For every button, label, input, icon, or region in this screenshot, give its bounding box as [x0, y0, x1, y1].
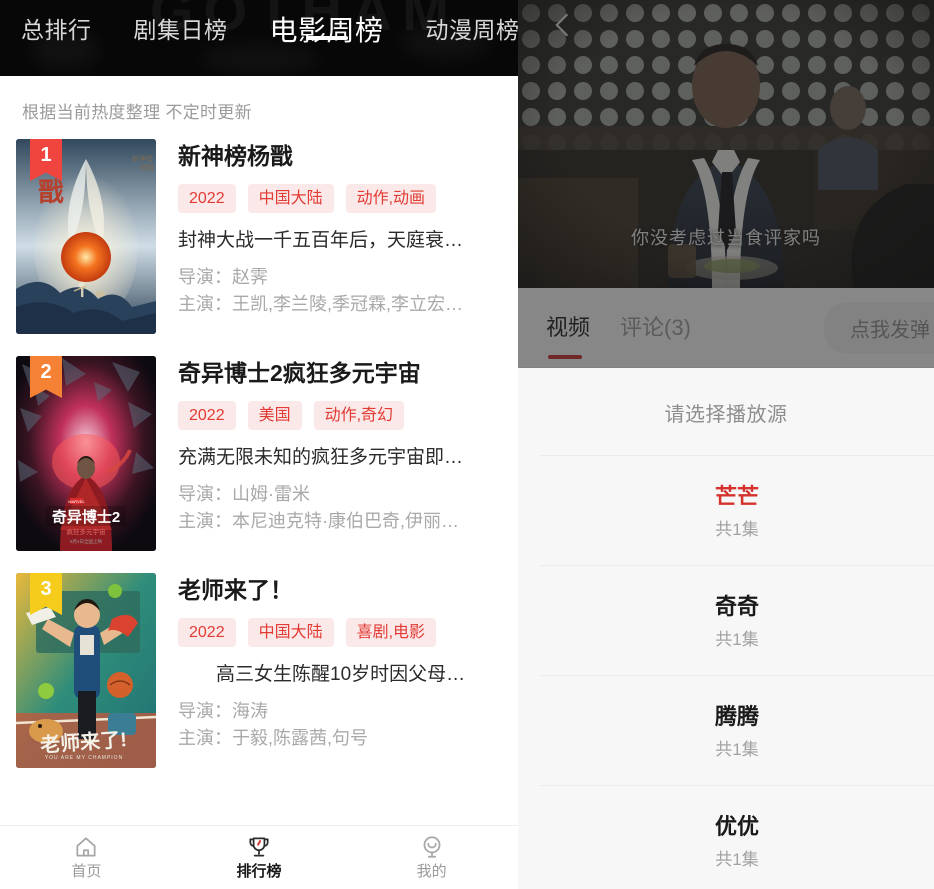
movie-tag-chip[interactable]: 2022: [178, 401, 236, 430]
movie-cast: 主演：本尼迪克特·康伯巴奇,伊丽…: [178, 511, 459, 531]
home-icon: [76, 837, 96, 857]
category-tab-1[interactable]: 总排行: [0, 0, 113, 50]
svg-text:YOU ARE MY CHAMPION: YOU ARE MY CHAMPION: [45, 755, 123, 761]
source-name: 优优: [714, 814, 759, 839]
source-list-item[interactable]: 腾腾 共1集: [540, 675, 934, 785]
source-list-item[interactable]: 优优 共1集: [540, 785, 934, 889]
movie-tag-chip[interactable]: 2022: [178, 618, 236, 647]
movie-info: 新神榜杨戬 2022 中国大陆 动作,动画 封神大战一千五百年后，天庭衰… 导演：赵…: [156, 139, 502, 334]
svg-text:杨戬: 杨戬: [140, 163, 154, 172]
movie-title: 老师来了！: [178, 577, 293, 603]
movie-tag-chip[interactable]: 中国大陆: [247, 184, 334, 213]
movie-card[interactable]: 奇异博士2 疯狂多元宇宙 5月4日全国上映 MARVEL 2 奇异博士2疯狂多元…: [0, 356, 518, 551]
player-app-panel: 你没考虑过当食评家吗 视频 评论(3) 点我发弹 请选择播放源 芒芒 共1集 奇奇 …: [518, 0, 934, 889]
svg-text:MARVEL: MARVEL: [68, 499, 85, 504]
profile-icon: [423, 836, 441, 858]
list-note: 根据当前热度整理 不定时更新: [22, 103, 252, 122]
movie-title: 奇异博士2疯狂多元宇宙: [178, 360, 421, 386]
category-tab-2[interactable]: 剧集日榜: [113, 0, 249, 50]
category-tab-label: 剧集日榜: [133, 17, 228, 43]
movie-tag-chip[interactable]: 动作,奇幻: [313, 401, 405, 430]
source-list-item[interactable]: 奇奇 共1集: [540, 565, 934, 675]
svg-text:戬: 戬: [38, 178, 64, 207]
category-tab-4[interactable]: 动漫周榜: [405, 0, 518, 50]
movie-info: 老师来了！ 2022 中国大陆 喜剧,电影 高三女生陈醒10岁时因父母… 导演：海涛…: [156, 573, 502, 768]
player-tab-2[interactable]: 评论(3): [620, 313, 691, 343]
trophy-icon: [249, 837, 269, 857]
svg-text:疯狂多元宇宙: 疯狂多元宇宙: [67, 527, 106, 536]
player-tabs-row: 视频 评论(3) 点我发弹: [518, 288, 934, 368]
category-tab-label: 电影周榜: [269, 15, 384, 46]
movie-poster[interactable]: 戬 新神榜 杨戬 1: [16, 139, 156, 334]
movie-info: 奇异博士2疯狂多元宇宙 2022 美国 动作,奇幻 充满无限未知的疯狂多元宇宙即… …: [156, 356, 502, 551]
movie-title: 新神榜杨戬: [178, 143, 293, 169]
source-list: 芒芒 共1集 奇奇 共1集 腾腾 共1集 优优 共1集 哔哔 共1集: [518, 455, 934, 889]
category-tab-label: 总排行: [21, 17, 92, 43]
player-tab-1[interactable]: 视频: [546, 313, 591, 359]
movie-director: 导演：海涛: [178, 701, 268, 721]
app-root: GOTHAM 总排行剧集日榜电影周榜动漫周榜剧集 根据当前热度整理 不定时更新: [0, 0, 934, 889]
svg-text:奇异博士2: 奇异博士2: [52, 508, 120, 526]
back-chevron-icon[interactable]: [548, 10, 578, 40]
source-episode-count: 共1集: [715, 630, 759, 649]
movie-tag-chip[interactable]: 动作,动画: [345, 184, 437, 213]
bottom-navigation: 首页 排行榜 我的: [0, 825, 518, 889]
nav-item-profile[interactable]: 我的: [345, 834, 518, 881]
source-list-item[interactable]: 芒芒 共1集: [540, 455, 934, 565]
nav-item-label: 我的: [416, 863, 447, 880]
nav-item-home[interactable]: 首页: [0, 834, 173, 881]
movie-description: 封神大战一千五百年后，天庭衰…: [178, 230, 464, 251]
movie-tag-chip[interactable]: 中国大陆: [247, 618, 334, 647]
category-tabs: 总排行剧集日榜电影周榜动漫周榜剧集: [0, 0, 518, 76]
movie-description: 高三女生陈醒10岁时因父母…: [178, 664, 466, 685]
source-episode-count: 共1集: [715, 850, 759, 869]
playback-source-sheet: 请选择播放源 芒芒 共1集 奇奇 共1集 腾腾 共1集 优优 共1集 哔哔 共1…: [518, 368, 934, 889]
source-name: 奇奇: [714, 594, 759, 619]
nav-item-trophy[interactable]: 排行榜: [173, 834, 346, 881]
active-player-tab-underline: [548, 354, 582, 359]
source-name: 腾腾: [714, 704, 759, 729]
sheet-title: 请选择播放源: [664, 404, 788, 426]
movie-cast: 主演：王凯,李兰陵,季冠霖,李立宏…: [178, 294, 464, 314]
source-name: 芒芒: [714, 484, 759, 509]
nav-item-label: 排行榜: [236, 863, 282, 880]
movie-ranking-list: 戬 新神榜 杨戬 1 新神榜杨戬 2022 中国大陆 动作,动画 封神大战一千五百年…: [0, 139, 518, 768]
svg-text:新神榜: 新神榜: [132, 154, 153, 163]
category-tab-3[interactable]: 电影周榜: [249, 0, 405, 52]
movie-tag-chip[interactable]: 2022: [178, 184, 236, 213]
source-episode-count: 共1集: [715, 520, 759, 539]
category-tabbar: GOTHAM 总排行剧集日榜电影周榜动漫周榜剧集: [0, 0, 518, 76]
video-player[interactable]: 你没考虑过当食评家吗: [518, 0, 934, 288]
movie-tag-chips: 2022 美国 动作,奇幻: [178, 401, 502, 430]
movie-card[interactable]: 戬 新神榜 杨戬 1 新神榜杨戬 2022 中国大陆 动作,动画 封神大战一千五百年…: [0, 139, 518, 334]
movie-tag-chips: 2022 中国大陆 喜剧,电影: [178, 618, 502, 647]
movie-poster[interactable]: 奇异博士2 疯狂多元宇宙 5月4日全国上映 MARVEL 2: [16, 356, 156, 551]
movie-description: 充满无限未知的疯狂多元宇宙即…: [178, 447, 464, 468]
movie-cast: 主演：于毅,陈露茜,句号: [178, 728, 369, 748]
movie-poster[interactable]: 老师来了! YOU ARE MY CHAMPION 3: [16, 573, 156, 768]
player-tab-label: 评论(3): [620, 314, 691, 340]
movie-tag-chip[interactable]: 美国: [247, 401, 302, 430]
category-tab-label: 动漫周榜: [425, 17, 518, 43]
player-tab-label: 视频: [546, 314, 591, 340]
video-subtitle: 你没考虑过当食评家吗: [631, 228, 821, 248]
svg-text:5月4日全国上映: 5月4日全国上映: [70, 538, 103, 545]
movie-card[interactable]: 老师来了! YOU ARE MY CHAMPION 3 老师来了！ 2022 中国…: [0, 573, 518, 768]
movie-tag-chip[interactable]: 喜剧,电影: [345, 618, 437, 647]
movie-tag-chips: 2022 中国大陆 动作,动画: [178, 184, 502, 213]
movie-director: 导演：赵霁: [178, 267, 268, 287]
nav-item-label: 首页: [71, 863, 102, 880]
source-episode-count: 共1集: [715, 740, 759, 759]
ranking-app-panel: GOTHAM 总排行剧集日榜电影周榜动漫周榜剧集 根据当前热度整理 不定时更新: [0, 0, 518, 889]
active-tab-underline: [305, 36, 348, 40]
send-danmaku-button[interactable]: 点我发弹: [824, 302, 934, 353]
movie-director: 导演：山姆·雷米: [178, 484, 310, 504]
